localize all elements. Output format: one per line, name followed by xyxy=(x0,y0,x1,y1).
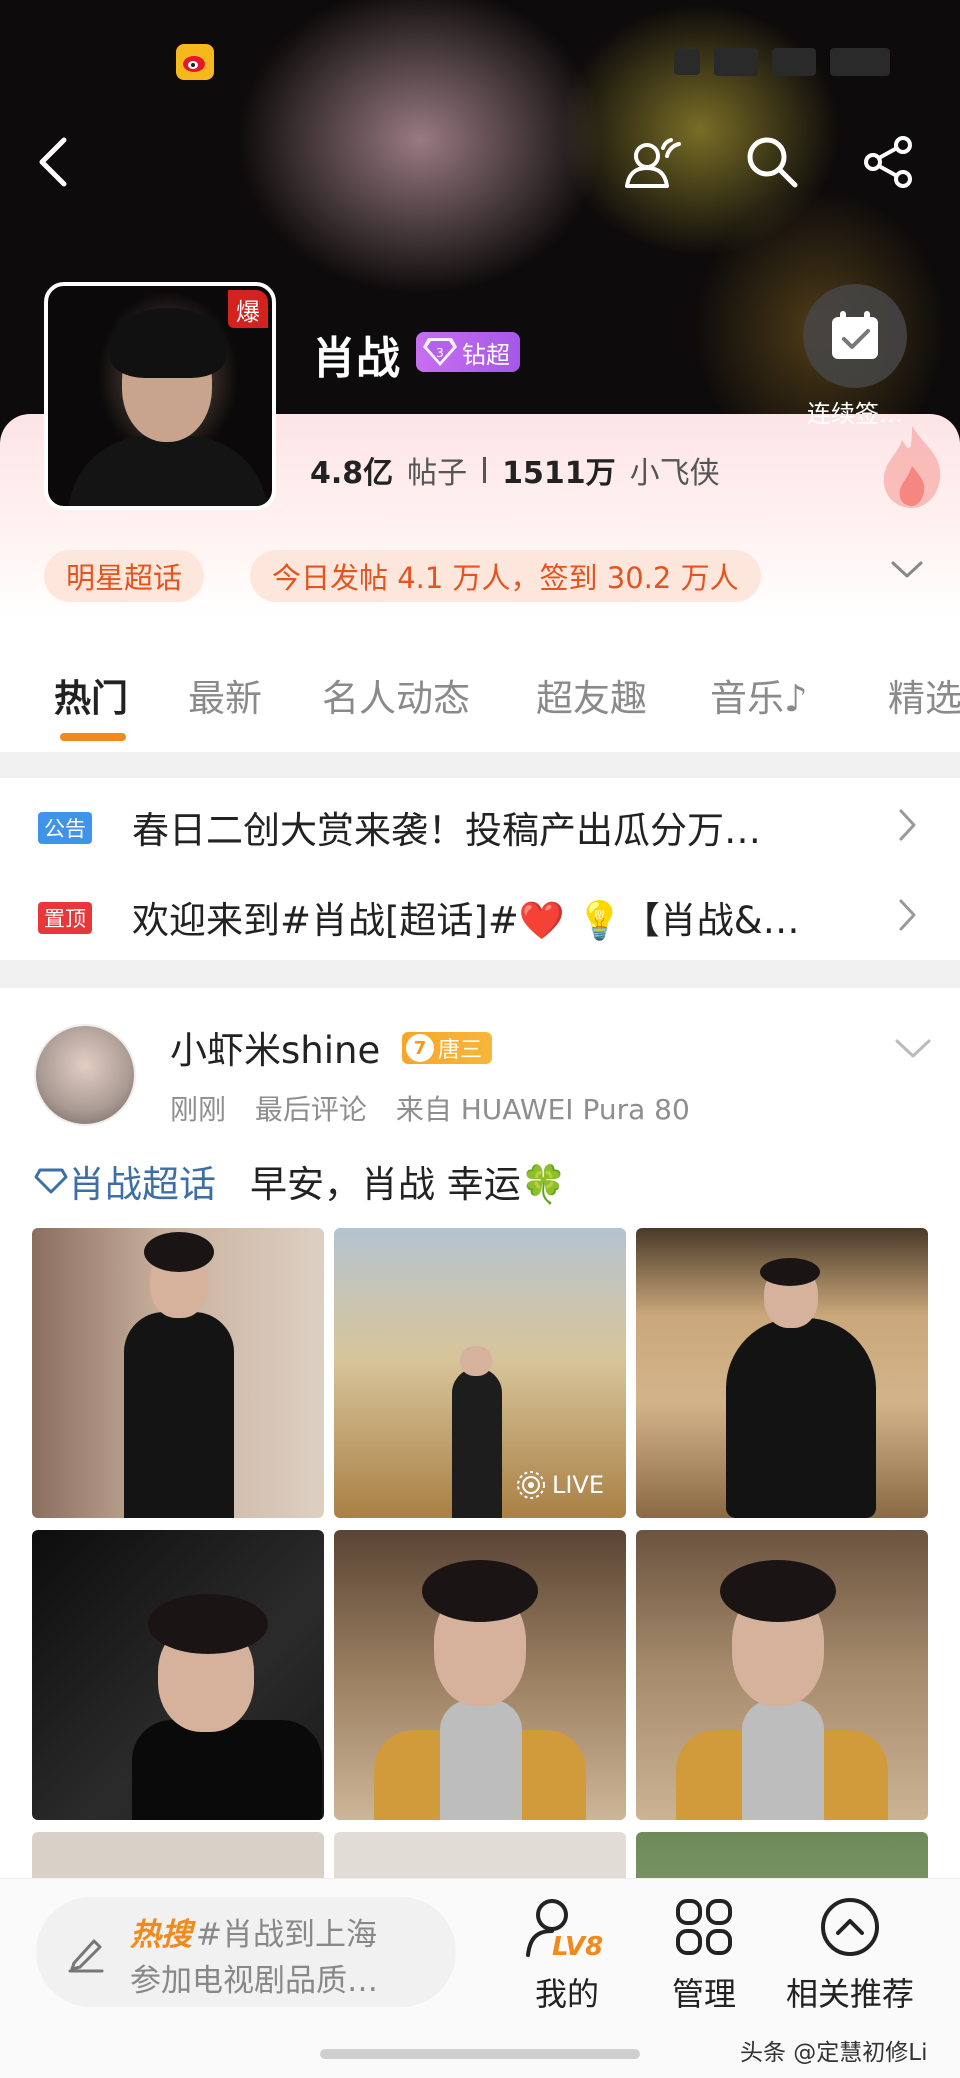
post-last-comment: 最后评论 xyxy=(254,1093,367,1126)
pinned-tag: 置顶 xyxy=(38,902,92,934)
grid-icon xyxy=(676,1899,732,1955)
home-indicator[interactable] xyxy=(320,2049,640,2059)
feed-tabs: 热门 最新 名人动态 超友趣 音乐♪ 精选 xyxy=(0,660,960,746)
fans-label: 小飞侠 xyxy=(629,456,720,491)
posts-label: 帖子 xyxy=(407,456,468,491)
post-time: 刚刚 xyxy=(170,1093,227,1126)
tab-celebrity-updates[interactable]: 名人动态 xyxy=(322,668,470,722)
hot-search-text-2: 参加电视剧品质… xyxy=(130,1963,378,1999)
feed-post: 小虾米shine 7 唐三 刚刚 最后评论 来自 HUAWEI Pura 80 … xyxy=(0,990,960,2078)
tab-hot[interactable]: 热门 xyxy=(54,668,128,722)
topic-title: 肖战 xyxy=(312,333,400,384)
post-menu-chevron-icon[interactable] xyxy=(894,1038,932,1064)
nav-manage[interactable]: 管理 xyxy=(672,1895,736,2015)
lv8-icon: LV8 xyxy=(526,1899,603,1962)
announcement-text: 春日二创大赏来袭！投稿产出瓜分万… xyxy=(132,809,761,852)
group-chat-icon[interactable] xyxy=(622,130,686,194)
post-text: 早安，肖战 幸运🍀 xyxy=(250,1163,567,1206)
live-icon xyxy=(516,1471,545,1499)
chevron-right-icon xyxy=(898,898,918,936)
category-chip[interactable]: 明星超话 xyxy=(44,550,205,602)
level-number: 7 xyxy=(406,1034,434,1062)
active-tab-indicator xyxy=(60,733,126,741)
pinned-text: 欢迎来到#肖战[超话]#❤️ 💡【肖战&… xyxy=(132,899,800,942)
chevron-right-icon xyxy=(898,808,918,846)
tab-fan-fun[interactable]: 超友趣 xyxy=(536,668,647,722)
tab-featured[interactable]: 精选 xyxy=(888,668,960,722)
post-topic-link[interactable]: 肖战超话 xyxy=(34,1154,216,1208)
hot-search-compose[interactable]: 热搜 #肖战到上海 参加电视剧品质… xyxy=(36,1897,456,2007)
svg-text:3: 3 xyxy=(436,346,444,360)
calendar-check-icon xyxy=(832,311,878,359)
diamond-icon: 3 xyxy=(422,336,458,374)
nav-related-recommend[interactable]: 相关推荐 xyxy=(786,1895,914,2015)
tab-music[interactable]: 音乐♪ xyxy=(710,668,808,722)
pen-icon xyxy=(66,1933,106,1977)
nav-related-label: 相关推荐 xyxy=(786,1975,915,2013)
tab-latest[interactable]: 最新 xyxy=(188,668,262,722)
pinned-row[interactable]: 置顶 欢迎来到#肖战[超话]#❤️ 💡【肖战&… xyxy=(0,870,960,960)
hot-badge: 爆 xyxy=(228,290,268,328)
post-photo-live[interactable]: LIVE xyxy=(334,1228,626,1518)
post-photo[interactable] xyxy=(32,1228,324,1518)
post-photo[interactable] xyxy=(636,1228,928,1518)
diamond-outline-icon xyxy=(34,1168,68,1194)
post-meta: 刚刚 最后评论 来自 HUAWEI Pura 80 xyxy=(170,1088,710,1128)
back-button[interactable] xyxy=(22,130,86,194)
section-divider xyxy=(0,752,960,778)
bottom-bar: 热搜 #肖战到上海 参加电视剧品质… LV8 我的 管理 相关推荐 头条 @定慧初… xyxy=(0,1878,960,2078)
diamond-super-badge[interactable]: 3 钻超 xyxy=(416,332,520,372)
posts-count: 4.8亿 xyxy=(310,456,394,491)
post-topic-label: 肖战超话 xyxy=(68,1163,216,1206)
nav-manage-label: 管理 xyxy=(672,1975,737,2013)
hot-search-prefix: 热搜 xyxy=(130,1917,192,1953)
post-photo[interactable] xyxy=(334,1530,626,1820)
live-photo-tag: LIVE xyxy=(516,1470,604,1500)
user-avatar[interactable] xyxy=(34,1024,136,1126)
post-photo[interactable] xyxy=(636,1530,928,1820)
post-username[interactable]: 小虾米shine xyxy=(170,1020,380,1074)
announcement-row[interactable]: 公告 春日二创大赏来袭！投稿产出瓜分万… xyxy=(0,780,960,870)
announcement-tag: 公告 xyxy=(38,812,92,844)
nav-mine-label: 我的 xyxy=(534,1975,599,2013)
live-label: LIVE xyxy=(551,1471,604,1499)
watermark-text: 头条 @定慧初修Li xyxy=(740,2040,928,2066)
section-divider xyxy=(0,960,960,988)
lv8-badge-text: LV8 xyxy=(552,1932,603,1959)
search-icon[interactable] xyxy=(740,130,804,194)
post-content: 肖战超话 早安，肖战 幸运🍀 xyxy=(34,1154,567,1208)
post-source: 来自 HUAWEI Pura 80 xyxy=(395,1093,690,1126)
topic-avatar[interactable]: 爆 xyxy=(44,282,276,510)
activity-chip[interactable]: 今日发帖 4.1 万人，签到 30.2 万人 xyxy=(250,550,761,602)
post-photo[interactable] xyxy=(32,1530,324,1820)
checkin-button[interactable]: 连续签… xyxy=(800,284,910,429)
diamond-badge-label: 钻超 xyxy=(462,340,510,369)
chevron-down-icon[interactable] xyxy=(890,560,924,584)
chevron-up-circle-icon xyxy=(821,1898,879,1956)
level-title: 唐三 xyxy=(438,1038,483,1063)
user-level-badge: 7 唐三 xyxy=(402,1032,493,1064)
nav-mine[interactable]: LV8 我的 xyxy=(522,1895,612,2015)
topic-stats: 4.8亿 帖子 1511万 小飞侠 xyxy=(310,448,720,492)
share-icon[interactable] xyxy=(856,130,920,194)
status-bar-icons xyxy=(674,44,890,80)
weibo-app-icon xyxy=(176,44,214,80)
flame-icon xyxy=(872,420,952,514)
fans-count: 1511万 xyxy=(502,456,616,491)
hot-search-text-1: #肖战到上海 xyxy=(196,1917,377,1953)
